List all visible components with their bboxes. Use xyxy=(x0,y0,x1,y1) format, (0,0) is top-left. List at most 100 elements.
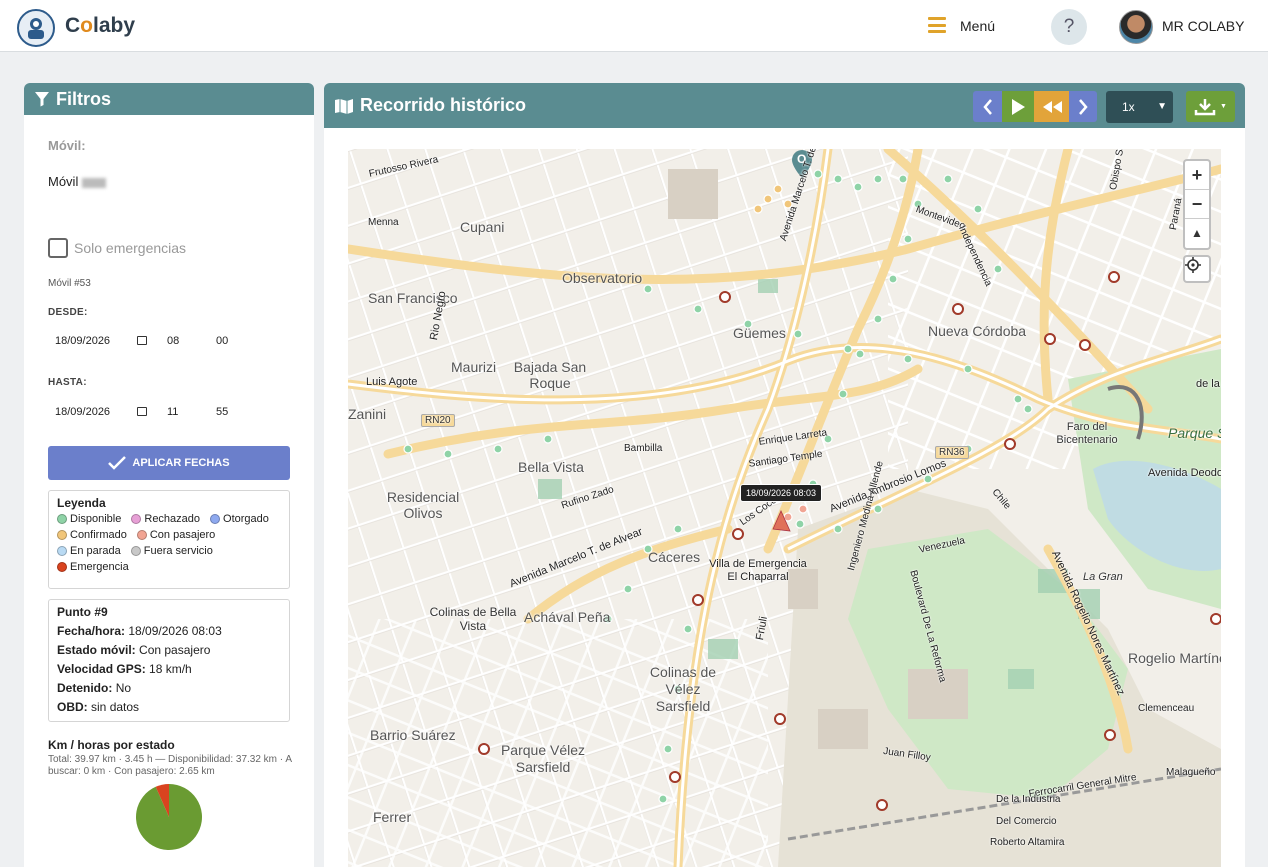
next-button[interactable] xyxy=(1069,91,1097,122)
map-label: Bajada San Roque xyxy=(513,359,587,391)
legend-dot-icon xyxy=(131,514,142,524)
movil-select[interactable]: Móvil xyxy=(48,174,107,189)
map-label: Bella Vista xyxy=(518,459,584,475)
map-label: Barrio Suárez xyxy=(370,727,456,743)
help-button[interactable]: ? xyxy=(1051,9,1087,45)
movil-number: Móvil #53 xyxy=(48,278,91,289)
user-name[interactable]: MR COLABY xyxy=(1162,18,1244,34)
map-label: Cáceres xyxy=(648,549,701,565)
map-label: De la Industria xyxy=(996,794,1061,805)
point-title: Punto #9 xyxy=(57,605,108,619)
legend-label: Rechazado xyxy=(144,513,201,525)
legend-item: Rechazado xyxy=(131,513,200,525)
hasta-row: 18/09/2026 11 55 xyxy=(48,401,290,423)
calendar-icon[interactable] xyxy=(137,407,147,416)
legend-item: Disponible xyxy=(57,513,121,525)
hasta-date-input[interactable]: 18/09/2026 xyxy=(55,406,110,418)
map-label: Roberto Altamira xyxy=(990,837,1065,848)
legend-item: Otorgado xyxy=(210,513,269,525)
map-label: Nueva Córdoba xyxy=(928,323,1027,339)
apply-dates-button[interactable]: APLICAR FECHAS xyxy=(48,446,290,480)
fecha-value: 18/09/2026 08:03 xyxy=(128,624,222,638)
solo-emergencias-label[interactable]: Solo emergencias xyxy=(74,240,186,256)
legend-label: Disponible xyxy=(70,513,122,525)
map-label: Avenida Deodoro xyxy=(1148,467,1221,479)
blurred-plate xyxy=(82,177,107,188)
fecha-label: Fecha/hora: xyxy=(57,624,126,638)
detenido-value: No xyxy=(115,681,132,695)
estado-value: Con pasajero xyxy=(139,643,211,657)
filters-title: Filtros xyxy=(56,88,112,109)
hasta-min-input[interactable]: 55 xyxy=(216,406,228,418)
rewind-icon xyxy=(1042,100,1062,113)
zoom-control: + − ▲ xyxy=(1183,159,1211,250)
zoom-in-button[interactable]: + xyxy=(1185,161,1209,190)
map-label: Faro del Bicentenario xyxy=(1056,421,1118,446)
legend-label: Otorgado xyxy=(223,513,269,525)
map-label: Villa de Emergencia El Chaparral xyxy=(709,558,807,583)
map-label: Observatorio xyxy=(562,270,643,286)
legend-dot-icon xyxy=(57,514,67,524)
map[interactable]: O Cupani Observatorio San Francisco Güem… xyxy=(348,149,1221,867)
route-shield: RN36 xyxy=(935,446,969,459)
obd-value: sin datos xyxy=(91,700,140,714)
crosshair-icon xyxy=(1185,257,1201,273)
legend-item: Fuera servicio xyxy=(130,545,213,557)
estado-label: Estado móvil: xyxy=(57,643,136,657)
hasta-label: HASTA: xyxy=(48,377,87,388)
download-button[interactable]: ▼ xyxy=(1186,91,1235,122)
velocidad-label: Velocidad GPS: xyxy=(57,662,146,676)
apply-dates-label: APLICAR FECHAS xyxy=(132,457,230,469)
play-button[interactable] xyxy=(1002,91,1034,122)
map-canvas xyxy=(348,149,1221,867)
legend-label: Confirmado xyxy=(70,529,127,541)
desde-date-input[interactable]: 18/09/2026 xyxy=(55,335,110,347)
hasta-hour-input[interactable]: 11 xyxy=(167,406,178,418)
menu-label[interactable]: Menú xyxy=(960,18,995,34)
top-bar: Colaby Menú ? MR COLABY xyxy=(0,0,1268,52)
chevron-left-icon xyxy=(982,98,992,115)
legend-dot-icon xyxy=(57,562,67,572)
km-subtitle: Total: 39.97 km · 3.45 h — Disponibilida… xyxy=(48,754,292,777)
prev-button[interactable] xyxy=(973,91,1002,122)
legend-title: Leyenda xyxy=(57,496,106,510)
legend-dot-icon xyxy=(210,514,221,524)
map-label: Parque Vélez Sarsfield xyxy=(500,742,586,775)
detenido-label: Detenido: xyxy=(57,681,113,695)
map-label: Luis Agote xyxy=(366,376,418,388)
compass-reset-button[interactable]: ▲ xyxy=(1185,219,1209,248)
legend-label: Con pasajero xyxy=(149,529,216,541)
rewind-button[interactable] xyxy=(1034,91,1069,122)
avatar[interactable] xyxy=(1119,10,1153,44)
legend-label: Emergencia xyxy=(70,561,129,573)
desde-min-input[interactable]: 00 xyxy=(216,335,228,347)
map-label: Zanini xyxy=(348,406,387,422)
speed-select[interactable]: 1x ▼ xyxy=(1106,91,1173,123)
legend-item: Emergencia xyxy=(57,561,129,573)
locate-button[interactable] xyxy=(1183,255,1211,283)
brand-o: o xyxy=(80,14,93,37)
point-tooltip: 18/09/2026 08:03 xyxy=(740,484,823,502)
legend: Leyenda Disponible Rechazado Otorgado Confi… xyxy=(48,490,290,589)
map-icon xyxy=(335,98,353,114)
solo-emergencias-checkbox[interactable] xyxy=(48,238,68,258)
filter-icon xyxy=(35,92,49,107)
filters-panel: Filtros Móvil: Móvil Solo emergencias Mó… xyxy=(24,83,314,867)
desde-label: DESDE: xyxy=(48,307,88,318)
caret-down-icon: ▼ xyxy=(1220,103,1227,110)
calendar-icon[interactable] xyxy=(137,336,147,345)
brand-c: C xyxy=(65,14,81,37)
hamburger-menu-icon[interactable] xyxy=(928,17,946,33)
obd-label: OBD: xyxy=(57,700,88,714)
desde-hour-input[interactable]: 08 xyxy=(167,335,179,347)
brand-name[interactable]: Colaby xyxy=(65,14,135,38)
zoom-out-button[interactable]: − xyxy=(1185,190,1209,219)
map-label: de la xyxy=(1196,378,1220,390)
brand-logo-icon[interactable] xyxy=(17,9,55,47)
filters-header: Filtros xyxy=(24,83,314,115)
velocidad-value: 18 km/h xyxy=(149,662,192,676)
route-shield: RN20 xyxy=(421,414,455,427)
map-label: Parque Sarmiento xyxy=(1168,425,1221,441)
km-title: Km / horas por estado xyxy=(48,738,175,752)
legend-label: En parada xyxy=(70,545,121,557)
